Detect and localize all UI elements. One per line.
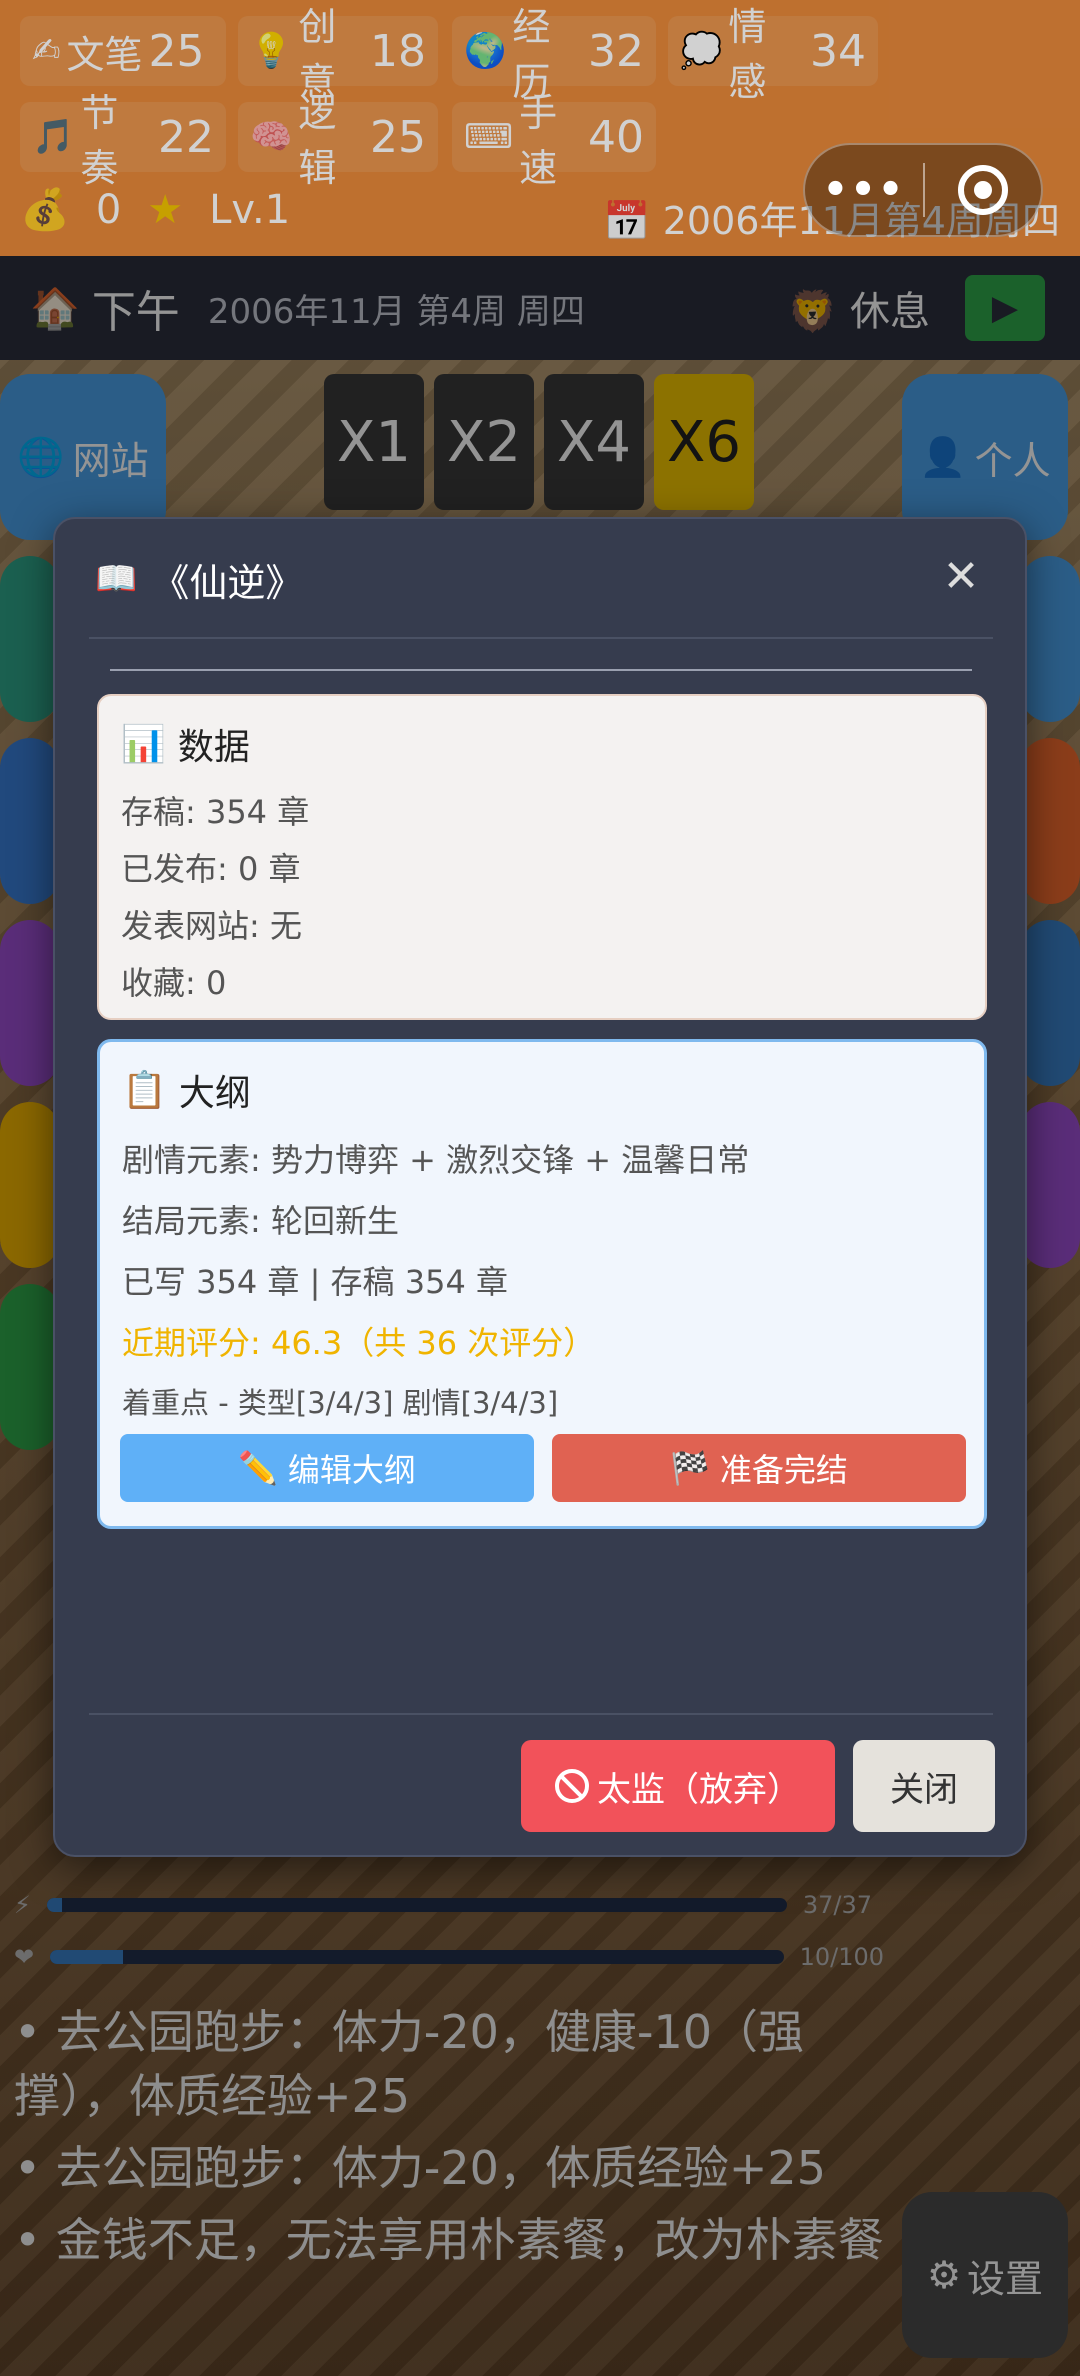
prohibited-icon	[555, 1769, 589, 1803]
novel-detail-modal: 📖 《仙逆》 ✕ 📊 数据 存稿: 354 章 已发布: 0 章 发表网站: 无 …	[53, 517, 1027, 1857]
prepare-finish-label: 准备完结	[719, 1451, 848, 1489]
edit-outline-button[interactable]: ✏️ 编辑大纲	[120, 1434, 534, 1502]
modal-header: 📖 《仙逆》	[55, 519, 1025, 639]
chapter-progress: 已写 354 章 | 存稿 354 章	[122, 1263, 508, 1301]
focus-points: 着重点 - 类型[3/4/3] 剧情[3/4/3]	[122, 1386, 559, 1420]
data-card-title-text: 数据	[177, 727, 250, 768]
miniprogram-capsule: •••	[803, 143, 1043, 237]
close-button[interactable]: 关闭	[853, 1740, 995, 1832]
abandon-button[interactable]: 太监（放弃）	[521, 1740, 835, 1832]
favorites-count: 收藏: 0	[121, 964, 227, 1002]
recent-score: 近期评分: 46.3（共 36 次评分）	[122, 1324, 596, 1362]
exit-miniprogram-button[interactable]	[925, 165, 1041, 215]
publish-site: 发表网站: 无	[121, 907, 302, 945]
modal-title: 📖 《仙逆》	[95, 552, 303, 607]
outline-actions: ✏️ 编辑大纲 🏁 准备完结	[120, 1434, 966, 1502]
drafts-count: 存稿: 354 章	[121, 793, 310, 831]
open-book-icon: 📖	[95, 559, 138, 599]
footer-divider	[89, 1713, 993, 1715]
novel-title: 《仙逆》	[151, 560, 304, 605]
data-card-title: 📊 数据	[121, 718, 963, 770]
published-count: 已发布: 0 章	[121, 850, 301, 888]
pencil-icon: ✏️	[238, 1449, 278, 1487]
edit-outline-label: 编辑大纲	[287, 1451, 416, 1489]
content-divider	[110, 669, 972, 671]
header-divider	[89, 637, 993, 639]
ending-elements: 结局元素: 轮回新生	[122, 1202, 399, 1240]
data-card: 📊 数据 存稿: 354 章 已发布: 0 章 发表网站: 无 收藏: 0	[97, 694, 987, 1020]
target-icon	[957, 165, 1008, 215]
outline-card-title-text: 大纲	[178, 1073, 251, 1114]
clipboard-icon: 📋	[122, 1070, 167, 1111]
close-icon[interactable]: ✕	[941, 555, 981, 599]
outline-card: 📋 大纲 剧情元素: 势力博弈 + 激烈交锋 + 温馨日常 结局元素: 轮回新生 …	[97, 1039, 987, 1529]
more-menu-button[interactable]: •••	[805, 167, 923, 213]
prepare-finish-button[interactable]: 🏁 准备完结	[552, 1434, 966, 1502]
abandon-label: 太监（放弃）	[597, 1769, 801, 1810]
checkered-flag-icon: 🏁	[670, 1449, 710, 1487]
outline-card-title: 📋 大纲	[122, 1064, 962, 1116]
plot-elements: 剧情元素: 势力博弈 + 激烈交锋 + 温馨日常	[122, 1141, 750, 1179]
bar-chart-icon: 📊	[121, 724, 166, 765]
